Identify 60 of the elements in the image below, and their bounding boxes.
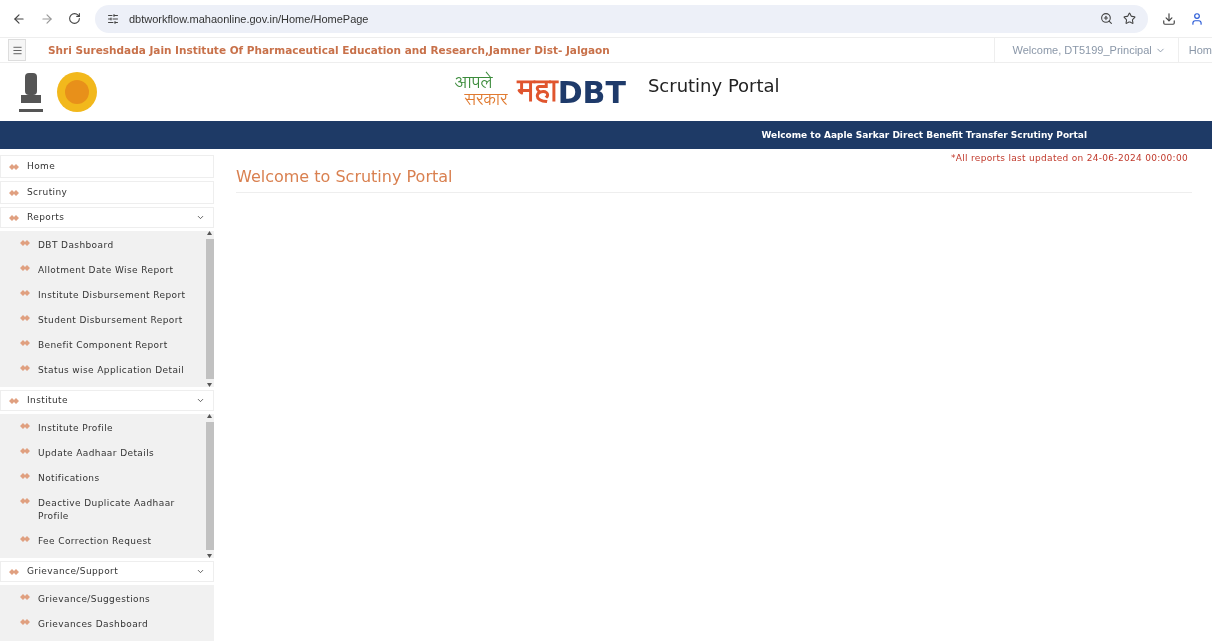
seal-icon (56, 71, 98, 113)
profile-icon[interactable] (1190, 11, 1204, 26)
diamond-icon (9, 214, 19, 221)
diamond-icon (20, 472, 30, 479)
sidebar-subitem[interactable]: Grievance/Suggestions (0, 586, 214, 612)
scroll-down-icon[interactable] (207, 553, 212, 558)
diamond-icon (9, 189, 19, 196)
diamond-icon (20, 339, 30, 346)
sidebar-subitem[interactable]: DBT Dashboard (0, 232, 205, 258)
diamond-icon (9, 397, 19, 404)
sidebar-subitem[interactable]: Institute Profile (0, 415, 205, 441)
zoom-icon[interactable] (1100, 12, 1113, 25)
diamond-icon (9, 568, 19, 575)
sidebar-group[interactable]: Reports (0, 206, 214, 228)
banner-text: Welcome to Aaple Sarkar Direct Benefit Transfer Scrutiny Portal (761, 130, 1087, 140)
diamond-icon (20, 535, 30, 542)
reload-icon[interactable] (68, 12, 81, 25)
sidebar-subitem[interactable]: Allotment Date Wise Report (0, 257, 205, 283)
sidebar-subitem[interactable]: Deactive Duplicate Aadhaar Profile (0, 490, 205, 529)
update-notice: *All reports last updated on 24-06-2024 00:00:00 (951, 153, 1188, 163)
diamond-icon (20, 289, 30, 296)
sidebar-item[interactable]: Home (0, 155, 214, 178)
scrollbar[interactable] (205, 413, 214, 558)
scrollbar[interactable] (205, 230, 214, 387)
star-icon[interactable] (1123, 12, 1136, 25)
institute-name: Shri Sureshdada Jain Institute Of Pharmaceutical Education and Research,Jamner Dist- Jalgaon (48, 44, 610, 56)
sidebar-subitem[interactable]: Institute Disbursement Report (0, 282, 205, 308)
diamond-icon (20, 364, 30, 371)
menu-button[interactable] (8, 39, 26, 61)
sidebar-group[interactable]: Grievance/Support (0, 560, 214, 582)
back-icon[interactable] (12, 11, 26, 26)
sidebar-subitem[interactable]: Status wise Application Detail (0, 357, 205, 383)
sidebar-subitem[interactable]: Student Disbursement Report (0, 307, 205, 333)
sidebar-subitem[interactable]: Grievances Dashboard (0, 611, 214, 637)
page-title: Welcome to Scrutiny Portal (236, 167, 453, 186)
scroll-down-icon[interactable] (207, 382, 212, 387)
sidebar-item[interactable]: Scrutiny (0, 180, 214, 204)
scroll-up-icon[interactable] (207, 230, 212, 235)
sidebar-group[interactable]: Institute (0, 389, 214, 411)
diamond-icon (20, 447, 30, 454)
sidebar-subitem[interactable]: Notifications (0, 465, 205, 491)
diamond-icon (20, 422, 30, 429)
sidebar-subitem[interactable]: Fee Correction Request (0, 528, 205, 554)
portal-title: Scrutiny Portal (647, 74, 780, 96)
download-icon[interactable] (1162, 11, 1176, 26)
diamond-icon (20, 497, 30, 504)
scroll-up-icon[interactable] (207, 413, 212, 418)
address-bar[interactable]: dbtworkflow.mahaonline.gov.in/Home/HomePage (95, 4, 1148, 33)
diamond-icon (20, 314, 30, 321)
diamond-icon (20, 618, 30, 625)
mahadbt-logo: महाDBT (517, 67, 626, 118)
forward-icon[interactable] (40, 11, 54, 26)
diamond-icon (9, 163, 19, 170)
sidebar-subitem[interactable]: Update Aadhaar Details (0, 440, 205, 466)
diamond-icon (20, 264, 30, 271)
menu-icon (11, 44, 23, 56)
diamond-icon (20, 593, 30, 600)
diamond-icon (20, 239, 30, 246)
site-settings-icon[interactable] (107, 12, 119, 25)
sidebar-subitem[interactable]: Benefit Component Report (0, 332, 205, 358)
